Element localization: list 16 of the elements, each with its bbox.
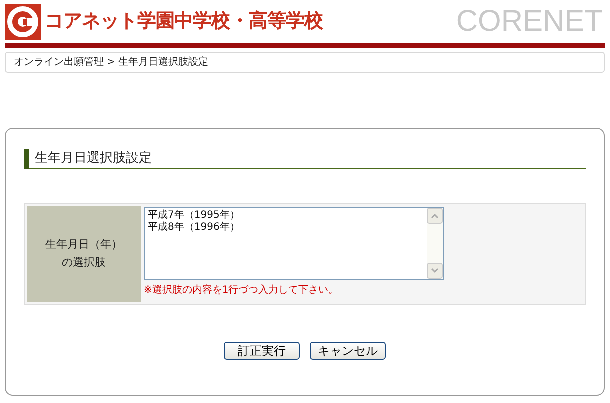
choice-line: 平成7年（1995年）: [148, 210, 240, 222]
section-marker: [24, 148, 29, 168]
cancel-button[interactable]: キャンセル: [310, 342, 386, 360]
logo-icon: [5, 4, 41, 40]
scroll-up-icon[interactable]: [427, 208, 443, 224]
scroll-down-icon[interactable]: [427, 263, 443, 279]
school-name: コアネット学園中学校・高等学校: [45, 9, 323, 34]
breadcrumb: オンライン出願管理 > 生年月日選択肢設定: [14, 56, 209, 70]
field-label: 生年月日（年）: [46, 237, 122, 253]
input-hint: ※選択肢の内容を1行づつ入力して下さい。: [144, 284, 340, 298]
scrollbar[interactable]: [427, 208, 443, 279]
submit-button[interactable]: 訂正実行: [224, 342, 300, 360]
section-title: 生年月日選択肢設定: [35, 150, 152, 168]
choice-line: 平成8年（1996年）: [148, 222, 240, 234]
choices-textarea[interactable]: 平成7年（1995年） 平成8年（1996年）: [144, 207, 444, 280]
field-label: の選択肢: [62, 255, 106, 271]
